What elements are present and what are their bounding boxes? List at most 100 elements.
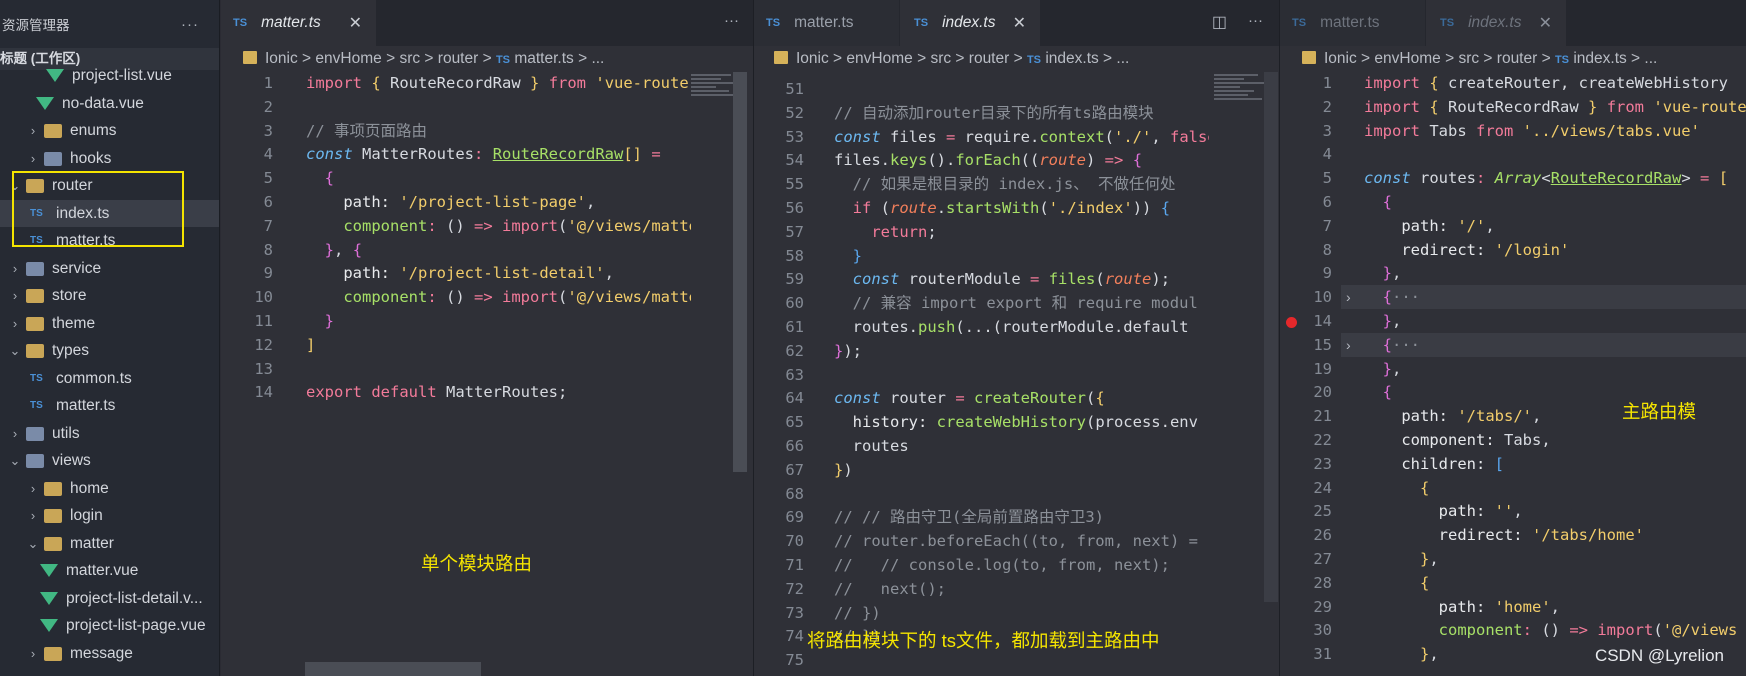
folder-icon bbox=[26, 289, 44, 303]
tree-item-label: types bbox=[52, 342, 90, 359]
tree-item[interactable]: › message bbox=[0, 640, 219, 668]
tab-matter-ts[interactable]: TS matter.ts bbox=[1280, 0, 1425, 46]
folder-icon bbox=[44, 151, 62, 166]
close-icon[interactable]: ✕ bbox=[349, 13, 362, 33]
ts-file-icon: TS bbox=[1026, 54, 1042, 66]
tab-label: index.ts bbox=[1468, 14, 1522, 31]
chevron-right-icon[interactable]: › bbox=[8, 420, 22, 448]
breadcrumb-item[interactable]: envHome bbox=[315, 50, 381, 67]
chevron-right-icon[interactable]: › bbox=[26, 475, 40, 503]
tree-item[interactable]: ⌄ matter bbox=[0, 530, 219, 558]
tab-index-ts[interactable]: TS index.ts ✕ bbox=[900, 0, 1040, 46]
split-editor-icon[interactable]: ◫ bbox=[1212, 12, 1227, 32]
code-editor[interactable]: import { createRouter, createWebHistory i… bbox=[1364, 72, 1746, 667]
vertical-scrollbar[interactable] bbox=[1264, 72, 1278, 602]
breadcrumb: Ionic > envHome > src > router > TS inde… bbox=[754, 46, 1279, 72]
breadcrumb-item[interactable]: ... bbox=[1116, 50, 1129, 67]
more-actions-icon[interactable]: ··· bbox=[181, 16, 199, 33]
chevron-down-icon[interactable]: ⌄ bbox=[8, 337, 22, 365]
chevron-right-icon[interactable]: › bbox=[26, 145, 40, 173]
chevron-down-icon[interactable]: ⌄ bbox=[26, 530, 40, 558]
tab-bar: TS matter.ts TS index.ts ✕ ◫ ··· bbox=[754, 0, 1279, 46]
breadcrumb-item[interactable]: src bbox=[1458, 50, 1479, 67]
chevron-right-icon[interactable]: › bbox=[8, 282, 22, 310]
tree-item[interactable]: no-data.vue bbox=[0, 90, 219, 118]
breadcrumb-item[interactable]: ... bbox=[1644, 50, 1657, 67]
tree-item[interactable]: ⌄ types bbox=[0, 337, 219, 365]
breadcrumb-item[interactable]: src bbox=[399, 50, 420, 67]
horizontal-scrollbar[interactable] bbox=[305, 662, 481, 676]
breakpoint-icon[interactable] bbox=[1286, 317, 1297, 328]
ts-file-icon: TS bbox=[914, 17, 929, 29]
tree-item[interactable]: project-list.vue bbox=[0, 62, 219, 90]
chevron-right-icon[interactable]: › bbox=[26, 640, 40, 668]
tree-item[interactable]: TS common.ts bbox=[0, 365, 219, 393]
file-tree: project-list.vue no-data.vue › enums › hooks ⌄… bbox=[0, 62, 219, 667]
editor-pane-matter: TS matter.ts ✕ ··· Ionic > envHome > src… bbox=[221, 0, 753, 676]
tree-item[interactable]: ⌄ views bbox=[0, 447, 219, 475]
more-actions-icon[interactable]: ··· bbox=[1248, 12, 1263, 29]
tab-matter-ts[interactable]: TS matter.ts bbox=[754, 0, 899, 46]
chevron-right-icon[interactable]: › bbox=[8, 255, 22, 283]
breadcrumb-item[interactable]: envHome bbox=[846, 50, 912, 67]
tree-item[interactable]: › login bbox=[0, 502, 219, 530]
editor-pane-index: TS matter.ts TS index.ts ✕ ◫ ··· Ionic > e… bbox=[753, 0, 1279, 676]
ts-file-icon: TS bbox=[495, 54, 511, 66]
chevron-down-icon[interactable]: ⌄ bbox=[8, 447, 22, 475]
breadcrumb-item[interactable]: envHome bbox=[1374, 50, 1440, 67]
tree-item-label: utils bbox=[52, 424, 80, 442]
tab-index-ts[interactable]: TS index.ts ✕ bbox=[1426, 0, 1566, 46]
chevron-right-icon[interactable]: › bbox=[26, 117, 40, 145]
more-actions-icon[interactable]: ··· bbox=[724, 12, 739, 29]
breadcrumb-item[interactable]: src bbox=[930, 50, 951, 67]
breadcrumb-item[interactable]: Ionic bbox=[796, 50, 829, 67]
tree-item-label: common.ts bbox=[56, 369, 132, 387]
chevron-right-icon[interactable]: › bbox=[8, 310, 22, 338]
tab-matter-ts[interactable]: TS matter.ts ✕ bbox=[221, 0, 376, 46]
tree-item-label: service bbox=[52, 259, 102, 277]
breadcrumb-item[interactable]: Ionic bbox=[265, 50, 298, 67]
tree-item-label: views bbox=[52, 452, 91, 469]
tree-item-label: matter.vue bbox=[66, 562, 139, 579]
tree-item[interactable]: › utils bbox=[0, 420, 219, 448]
code-editor[interactable]: // 自动添加router目录下的所有ts路由模块 const files = r… bbox=[834, 78, 1209, 673]
close-icon[interactable]: ✕ bbox=[1539, 13, 1552, 33]
breadcrumb-item[interactable]: index.ts bbox=[1045, 50, 1098, 67]
breadcrumb-item[interactable]: router bbox=[1497, 50, 1538, 67]
tree-item[interactable]: project-list-page.vue bbox=[0, 612, 219, 640]
tree-item[interactable]: › home bbox=[0, 475, 219, 503]
folder-icon bbox=[774, 51, 788, 64]
vertical-scrollbar[interactable] bbox=[733, 72, 747, 472]
tab-label: matter.ts bbox=[261, 14, 321, 31]
breadcrumb-item[interactable]: ... bbox=[591, 50, 604, 67]
tree-item-label: hooks bbox=[70, 149, 112, 167]
ts-file-icon: TS bbox=[30, 372, 43, 384]
folder-icon bbox=[26, 344, 44, 358]
tree-item[interactable]: TS matter.ts bbox=[0, 392, 219, 420]
annotation-note: 主路由模 bbox=[1622, 401, 1697, 422]
breadcrumb-item[interactable]: router bbox=[438, 50, 479, 67]
folder-icon bbox=[26, 426, 44, 441]
tree-item[interactable]: matter.vue bbox=[0, 557, 219, 585]
chevron-right-icon[interactable]: › bbox=[1346, 337, 1351, 353]
code-editor[interactable]: import { RouteRecordRaw } from 'vue-rout… bbox=[306, 72, 691, 405]
tree-item[interactable]: › store bbox=[0, 282, 219, 310]
line-numbers: 51 52 53 54 55 56 57 58 59 60 61 62 63 64 65 66 67 68 69 70… bbox=[785, 80, 804, 670]
breadcrumb-item[interactable]: index.ts bbox=[1573, 50, 1626, 67]
folder-icon bbox=[26, 261, 44, 276]
close-icon[interactable]: ✕ bbox=[1013, 13, 1026, 33]
tree-item[interactable]: › service bbox=[0, 255, 219, 283]
breadcrumb-item[interactable]: router bbox=[969, 50, 1010, 67]
tree-item[interactable]: › theme bbox=[0, 310, 219, 338]
chevron-right-icon[interactable]: › bbox=[26, 502, 40, 530]
tree-item-label: login bbox=[70, 507, 103, 524]
tree-item[interactable]: › enums bbox=[0, 117, 219, 145]
chevron-right-icon[interactable]: › bbox=[1346, 289, 1351, 305]
breadcrumb-item[interactable]: matter.ts bbox=[514, 50, 573, 67]
tree-item-label: project-list-detail.v... bbox=[66, 589, 203, 607]
breadcrumb-item[interactable]: Ionic bbox=[1324, 50, 1357, 67]
tree-item[interactable]: project-list-detail.v... bbox=[0, 585, 219, 613]
tree-item[interactable]: › hooks bbox=[0, 145, 219, 173]
tab-label: matter.ts bbox=[794, 14, 854, 31]
ts-file-icon: TS bbox=[1440, 17, 1455, 29]
